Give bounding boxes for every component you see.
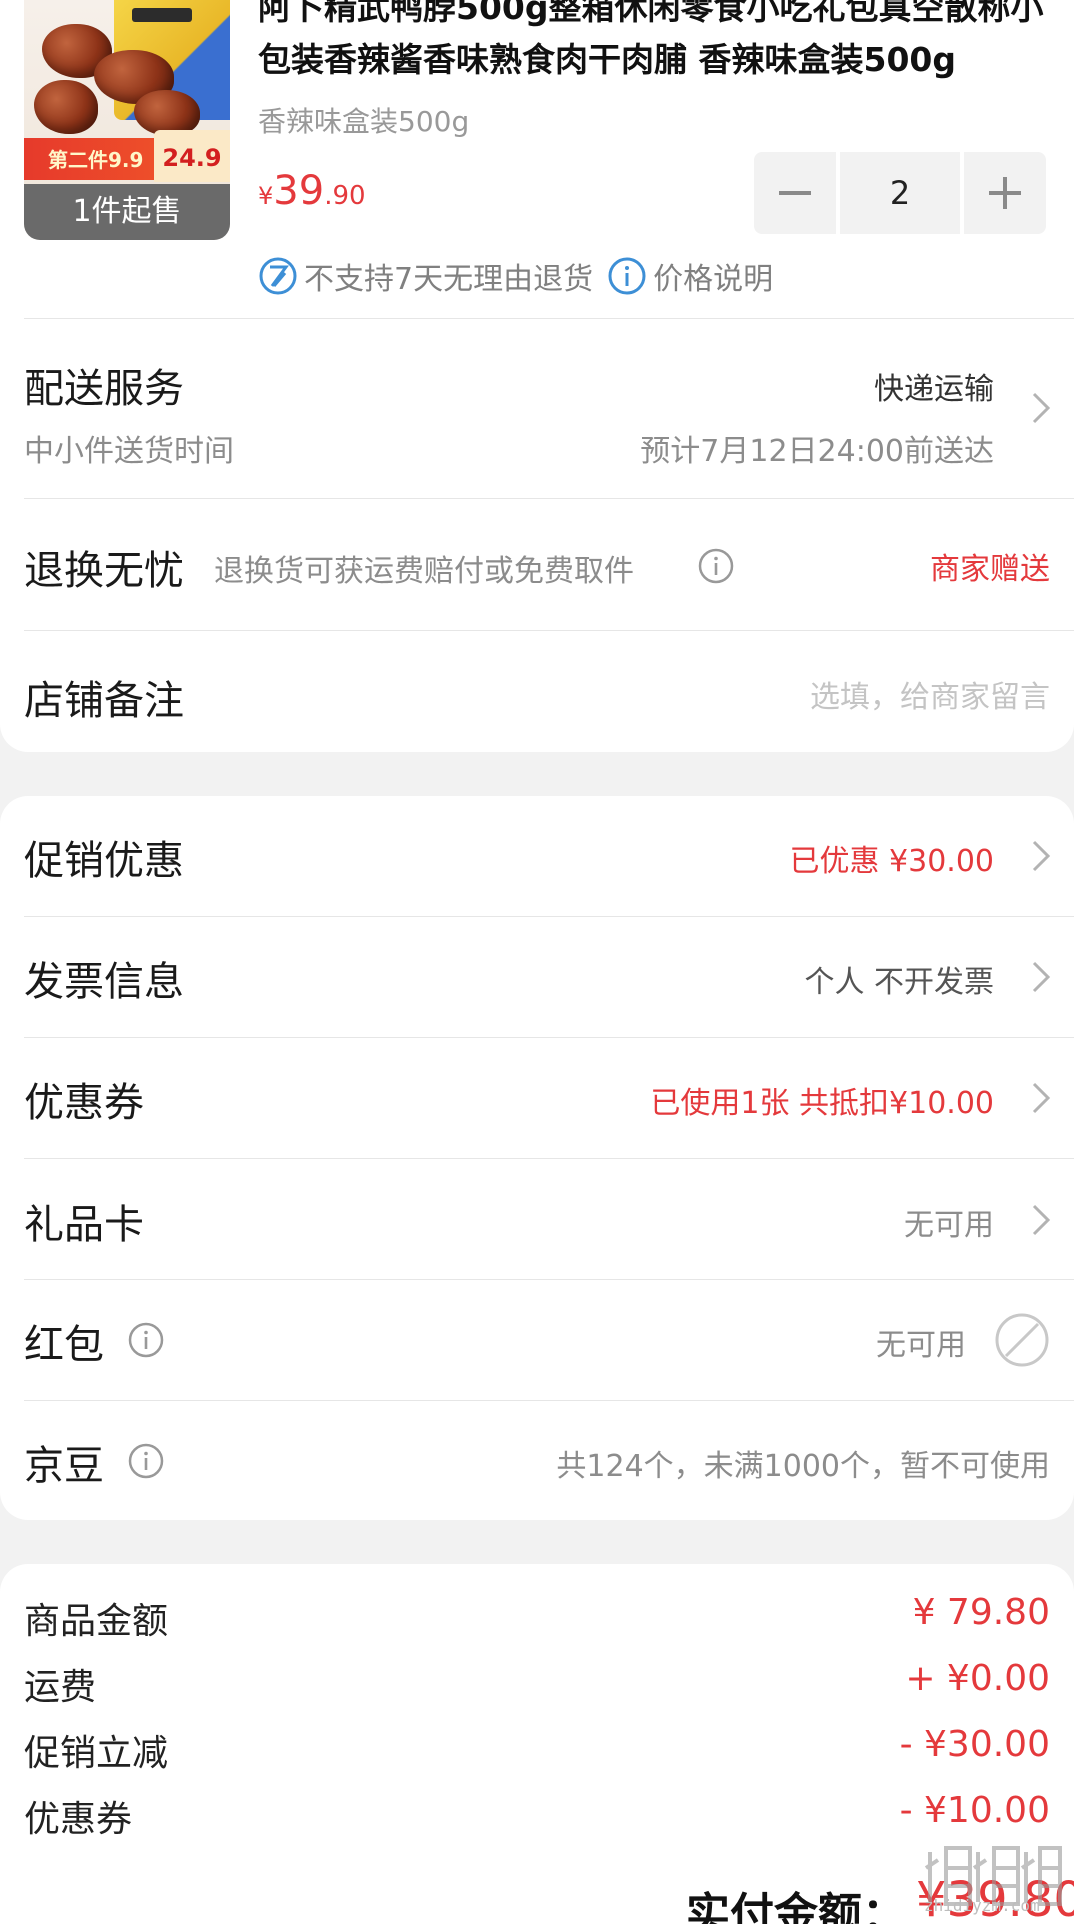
- plus-icon: [989, 177, 1021, 209]
- summary-label: 优惠券: [24, 1799, 133, 1840]
- divider: [24, 1279, 1074, 1280]
- promo-second-item: 第二件9.9: [48, 148, 144, 172]
- delivery-title: 配送服务: [24, 366, 184, 412]
- delivery-sub: 中小件送货时间: [24, 434, 234, 469]
- gift-card-title: 礼品卡: [24, 1202, 144, 1248]
- watermark-text: zhidiyzm.com: [924, 1896, 1040, 1915]
- price-note-link[interactable]: 价格说明: [653, 254, 773, 298]
- summary-label: 运费: [24, 1667, 97, 1708]
- red-packet-title: 红包: [24, 1322, 104, 1368]
- divider: [24, 1400, 1074, 1401]
- delivery-eta: 预计7月12日24:00前送达: [640, 434, 994, 469]
- shop-note-input[interactable]: 选填，给商家留言: [810, 672, 1050, 716]
- summary-label: 商品金额: [24, 1601, 169, 1642]
- invoice-value: 个人 不开发票: [804, 965, 994, 1000]
- product-promo-banner: 第二件9.9 24.9: [24, 130, 230, 182]
- promotions-title: 促销优惠: [24, 838, 184, 884]
- chevron-right-icon: [1032, 1082, 1051, 1114]
- promo-price: 24.9: [154, 130, 230, 182]
- return-desc: 退换货可获运费赔付或免费取件: [214, 554, 634, 589]
- gift-card-value: 无可用: [904, 1208, 994, 1243]
- promotions-value: 已优惠 ¥30.00: [789, 844, 994, 879]
- total-label: 实付金额：: [686, 1889, 906, 1924]
- chevron-right-icon: [1032, 961, 1051, 993]
- price-currency: ¥: [258, 182, 274, 210]
- return-title: 退换无忧: [24, 548, 184, 594]
- info-icon[interactable]: [126, 1441, 166, 1481]
- divider: [24, 1037, 1074, 1038]
- discounts-card: 促销优惠 已优惠 ¥30.00 发票信息 个人 不开发票 优惠券 已使用1张 共…: [0, 796, 1074, 1520]
- info-icon[interactable]: [607, 256, 647, 296]
- return-value: 商家赠送: [930, 552, 1050, 587]
- increase-quantity-button[interactable]: [964, 152, 1046, 234]
- divider: [24, 498, 1074, 499]
- minus-icon: [779, 191, 811, 195]
- product-image[interactable]: 第二件9.9 24.9 1件起售: [24, 0, 230, 240]
- divider: [24, 630, 1074, 631]
- no-return-icon: [259, 257, 297, 295]
- summary-value: - ¥30.00: [899, 1724, 1050, 1765]
- summary-label: 促销立减: [24, 1733, 169, 1774]
- shop-note-title: 店铺备注: [24, 678, 184, 724]
- disabled-icon: [995, 1313, 1049, 1367]
- coupon-value: 已使用1张 共抵扣¥10.00: [650, 1086, 994, 1121]
- summary-value: + ¥0.00: [905, 1658, 1050, 1699]
- product-notices: 不支持7天无理由退货 价格说明: [258, 254, 787, 298]
- summary-value: ¥ 79.80: [912, 1592, 1050, 1633]
- summary-value: - ¥10.00: [899, 1790, 1050, 1831]
- product-title[interactable]: 阿卜精武鸭脖500g整箱休闲零食小吃礼包真空散称小包装香辣酱香味熟食肉干肉脯 香…: [258, 0, 1044, 86]
- delivery-method: 快递运输: [874, 372, 994, 407]
- quantity-stepper: 2: [754, 152, 1050, 234]
- info-icon[interactable]: [696, 546, 736, 586]
- price-decimal: .90: [324, 181, 366, 211]
- decrease-quantity-button[interactable]: [754, 152, 836, 234]
- chevron-right-icon: [1032, 840, 1051, 872]
- product-price: ¥39.90: [258, 168, 366, 214]
- product-food-graphic: [34, 80, 98, 134]
- min-purchase-badge: 1件起售: [24, 184, 230, 240]
- chevron-right-icon: [1032, 1204, 1051, 1236]
- coupon-title: 优惠券: [24, 1080, 144, 1126]
- order-items-card: 第二件9.9 24.9 1件起售 阿卜精武鸭脖500g整箱休闲零食小吃礼包真空散…: [0, 0, 1074, 752]
- divider: [24, 916, 1074, 917]
- chevron-right-icon: [1032, 392, 1051, 424]
- product-spec: 香辣味盒装500g: [258, 105, 470, 138]
- jingdou-value: 共124个，未满1000个，暂不可使用: [556, 1449, 1050, 1484]
- jingdou-title: 京豆: [24, 1443, 104, 1489]
- price-integer: 39: [273, 168, 325, 214]
- divider: [24, 1158, 1074, 1159]
- invoice-title: 发票信息: [24, 959, 184, 1005]
- divider: [24, 318, 1074, 319]
- quantity-value[interactable]: 2: [840, 152, 960, 234]
- info-icon[interactable]: [126, 1320, 166, 1360]
- no-return-notice: 不支持7天无理由退货: [304, 262, 594, 297]
- red-packet-value: 无可用: [876, 1328, 966, 1363]
